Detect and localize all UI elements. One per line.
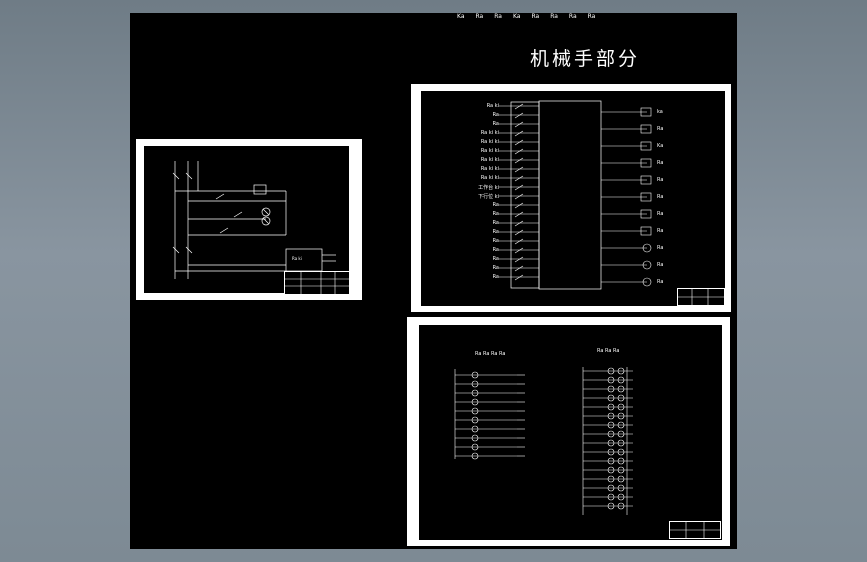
plc-output-label: Ra xyxy=(657,245,664,251)
plc-output-label: Ka xyxy=(657,143,664,149)
top-label-row: Ka Ra Ra Ka Ra Ra Ra Ra xyxy=(457,13,595,20)
plc-input-label: Ra xyxy=(492,211,499,217)
input-contact xyxy=(514,265,524,272)
plc-input-label: Ra ki ki xyxy=(480,157,499,163)
input-contact xyxy=(514,103,524,110)
input-contact xyxy=(514,229,524,236)
plc-input-label: Ra xyxy=(492,202,499,208)
input-contact xyxy=(514,157,524,164)
input-contact xyxy=(514,256,524,263)
ladder-diagram xyxy=(454,367,633,515)
top-label: Ka xyxy=(512,13,521,20)
plc-input-label: Ra xyxy=(492,256,499,262)
plc-output-label: Ra xyxy=(657,228,664,234)
plc-input-label: Ra xyxy=(492,265,499,271)
input-contact xyxy=(514,202,524,209)
plc-output-label: ka xyxy=(657,109,663,115)
input-contact xyxy=(514,274,524,281)
ladder-sheet[interactable]: Ra Ra Ra Ra Ra Ra Ra xyxy=(407,317,730,546)
drawing-title: 机械手部分 xyxy=(530,48,641,70)
plc-output-label: Ra xyxy=(657,160,664,166)
plc-sheet[interactable]: Ra ki Ra Ra Ra ki ki Ra ki ki Ra ki ki Ra ki k… xyxy=(411,84,731,312)
plc-output-label: Ra xyxy=(657,126,664,132)
plc-output-label: Ra xyxy=(657,262,664,268)
plc-input-label: Ra xyxy=(492,112,499,118)
plc-input-label: Ra xyxy=(492,274,499,280)
input-contact xyxy=(514,112,524,119)
top-label: Ra xyxy=(475,13,484,20)
plc-input-label: Ra ki ki xyxy=(480,139,499,145)
plc-input-label: Ra xyxy=(492,247,499,253)
plc-output-label: Ra xyxy=(657,279,664,285)
plc-input-label: Ra ki ki xyxy=(480,130,499,136)
plc-input-label: 下行位 ki xyxy=(478,194,499,200)
input-contact xyxy=(514,175,524,182)
plc-input-label: Ra ki ki xyxy=(480,175,499,181)
title-block xyxy=(669,521,721,539)
plc-output-label: Ra xyxy=(657,177,664,183)
input-contact xyxy=(514,211,524,218)
input-contact xyxy=(514,184,524,191)
input-contact xyxy=(514,139,524,146)
input-contact xyxy=(514,121,524,128)
drawing-canvas[interactable]: Ka Ra Ra Ka Ra Ra Ra Ra 机械手部分 Ra ki Ra k… xyxy=(130,13,737,549)
plc-input-label: Ra ki ki xyxy=(480,166,499,172)
plc-input-label: Ra xyxy=(492,229,499,235)
plc-input-label: Ra ki xyxy=(486,103,499,109)
plc-input-label: Ra ki ki xyxy=(480,148,499,154)
input-contact xyxy=(514,130,524,137)
input-contact xyxy=(514,220,524,227)
device-label: Ra ki xyxy=(292,256,302,261)
plc-input-label: Ra xyxy=(492,121,499,127)
input-contact xyxy=(514,166,524,173)
left-sheet[interactable]: Ra ki xyxy=(136,139,362,300)
top-label: Ra xyxy=(550,13,558,20)
plc-input-label: Ra xyxy=(492,220,499,226)
top-label: Ra xyxy=(568,13,577,20)
top-label: Ra xyxy=(494,13,502,20)
plc-input-label: 工作台 ki xyxy=(478,185,499,191)
top-label: Ra xyxy=(587,13,596,20)
input-contact xyxy=(514,193,524,200)
input-contact xyxy=(514,247,524,254)
input-contact xyxy=(514,148,524,155)
top-label: Ra xyxy=(531,13,540,20)
plc-output-label: Ra xyxy=(657,211,664,217)
title-block xyxy=(677,288,725,306)
title-block xyxy=(284,271,350,295)
plc-input-label: Ra xyxy=(492,238,499,244)
top-label: Ka xyxy=(457,13,465,20)
plc-output-label: Ra xyxy=(657,194,664,200)
input-contact xyxy=(514,238,524,245)
